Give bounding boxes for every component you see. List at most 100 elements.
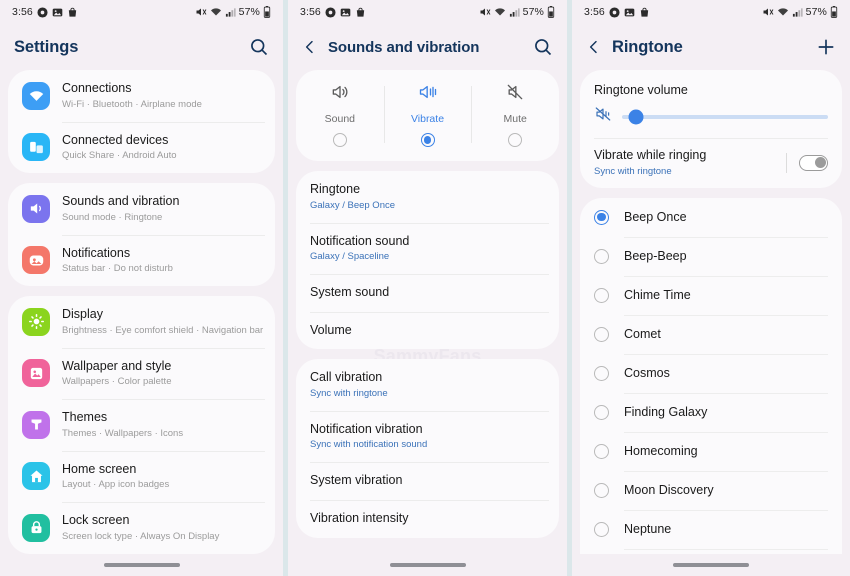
wifi-icon xyxy=(22,81,50,110)
ringtone-screen[interactable]: Ringtone volume Vibrate while ringing Sy… xyxy=(572,70,850,554)
sound-mode-radio[interactable] xyxy=(508,133,523,147)
list-item[interactable]: Neptune xyxy=(580,509,842,549)
wifi-icon xyxy=(210,6,222,18)
sidebar-item-connections[interactable]: Connections Wi-Fi · Bluetooth · Airplane… xyxy=(8,70,275,122)
sidebar-item-connected-devices[interactable]: Connected devices Quick Share · Android … xyxy=(8,121,275,174)
sound-mode-radio[interactable] xyxy=(332,133,347,147)
setting-item-vibration-intensity[interactable]: Vibration intensity xyxy=(296,499,559,538)
ringtone-volume-thumb[interactable] xyxy=(628,109,644,124)
list-item[interactable]: Homecoming xyxy=(580,431,842,471)
status-bar-right: 57% xyxy=(762,6,838,18)
speaker-icon xyxy=(22,194,50,223)
sidebar-item-home-screen[interactable]: Home screen Layout · App icon badges xyxy=(8,450,275,503)
radio-button[interactable] xyxy=(594,443,609,459)
ringtone-volume-slider-row[interactable] xyxy=(580,101,842,138)
list-item[interactable]: Finding Galaxy xyxy=(580,392,842,432)
wifi-icon xyxy=(777,6,789,18)
item-label: Volume xyxy=(310,322,352,337)
volume-up-icon xyxy=(330,82,350,107)
vibrate-icon xyxy=(418,82,438,107)
setting-item-system-vibration[interactable]: System vibration xyxy=(296,462,559,500)
radio-button[interactable] xyxy=(594,482,609,498)
item-label: Display xyxy=(62,307,103,321)
item-label: Call vibration xyxy=(310,370,383,385)
list-item[interactable]: Beep Once xyxy=(580,198,842,237)
list-item[interactable]: Moon Discovery xyxy=(580,470,842,510)
wallpaper-icon xyxy=(22,359,50,388)
chevron-left-icon[interactable] xyxy=(302,39,318,55)
setting-item-notification-sound[interactable]: Notification sound Galaxy / Spaceline xyxy=(296,222,559,275)
gallery-icon xyxy=(52,7,63,18)
item-label: Vibrate while ringing xyxy=(594,148,707,162)
list-item[interactable]: Beep-Beep xyxy=(580,236,842,276)
home-handle[interactable] xyxy=(673,563,749,567)
sidebar-item-wallpaper-and-style[interactable]: Wallpaper and style Wallpapers · Color p… xyxy=(8,347,275,400)
radio-button[interactable] xyxy=(594,287,609,303)
list-item[interactable]: Chime Time xyxy=(580,275,842,315)
item-sublabel: Sound mode · Ringtone xyxy=(62,211,163,223)
item-label: Wallpaper and style xyxy=(62,358,172,373)
mute-icon xyxy=(195,6,207,18)
setting-item-system-sound[interactable]: System sound xyxy=(296,274,559,312)
chevron-left-icon[interactable] xyxy=(586,39,602,55)
item-label: Lock screen xyxy=(62,513,130,527)
search-icon[interactable] xyxy=(533,37,553,57)
setting-item-volume[interactable]: Volume xyxy=(296,311,559,350)
battery-percent: 57% xyxy=(805,6,827,18)
item-label: Vibration intensity xyxy=(310,510,409,525)
home-icon xyxy=(22,462,50,491)
battery-icon xyxy=(547,6,555,18)
item-label: Sounds and vibration xyxy=(62,194,180,208)
status-bar-left: 3:56 xyxy=(584,6,650,18)
ringtone-label: Chime Time xyxy=(624,288,691,302)
setting-item-notification-vibration[interactable]: Notification vibration Sync with notific… xyxy=(296,410,559,463)
sound-mode-radio[interactable] xyxy=(420,133,435,147)
item-sublabel: Wi-Fi · Bluetooth · Airplane mode xyxy=(62,98,202,110)
sidebar-item-themes[interactable]: Themes Themes · Wallpapers · Icons xyxy=(8,399,275,451)
sidebar-item-notifications[interactable]: Notifications Status bar · Do not distur… xyxy=(8,234,275,287)
phone-panel-settings: 3:56 57% Settings Connections Wi-Fi · Bl… xyxy=(0,0,283,576)
sounds-list[interactable]: SF SammyFans Sound Vibrate xyxy=(288,70,567,554)
sidebar-item-sounds-and-vibration[interactable]: Sounds and vibration Sound mode · Ringto… xyxy=(8,183,275,235)
radio-button[interactable] xyxy=(594,248,609,264)
search-icon[interactable] xyxy=(249,37,269,57)
home-handle[interactable] xyxy=(103,563,180,567)
status-time: 3:56 xyxy=(12,6,33,18)
radio-button[interactable] xyxy=(594,404,609,420)
radio-button[interactable] xyxy=(594,521,609,537)
item-sublabel: Galaxy / Beep Once xyxy=(310,199,396,211)
app-bar-sounds: Sounds and vibration xyxy=(288,24,567,70)
sidebar-item-lock-screen[interactable]: Lock screen Screen lock type · Always On… xyxy=(8,502,275,554)
radio-button[interactable] xyxy=(594,326,609,342)
list-item[interactable]: Cosmos xyxy=(580,353,842,393)
status-bar-left: 3:56 xyxy=(300,6,366,18)
screenshot-root: 3:56 57% Settings Connections Wi-Fi · Bl… xyxy=(0,0,850,576)
ringtone-volume-track[interactable] xyxy=(622,109,828,124)
vibrate-while-ringing-row[interactable]: Vibrate while ringing Sync with ringtone xyxy=(580,138,842,188)
sidebar-item-display[interactable]: Display Brightness · Eye comfort shield … xyxy=(8,296,275,348)
phone-panel-sounds: 3:56 57% Sounds and vibration SammyFans … xyxy=(283,0,567,576)
sound-mode-option-mute[interactable]: Mute xyxy=(471,82,559,147)
list-item[interactable]: Comet xyxy=(580,314,842,354)
radio-button[interactable] xyxy=(594,365,609,381)
gesture-nav-bar[interactable] xyxy=(572,554,850,576)
shopping-bag-icon xyxy=(639,7,650,18)
gesture-nav-bar[interactable] xyxy=(0,554,283,576)
vibrate-while-ringing-toggle[interactable] xyxy=(799,154,828,171)
home-handle[interactable] xyxy=(389,563,466,567)
battery-icon xyxy=(830,6,838,18)
item-sublabel: Quick Share · Android Auto xyxy=(62,150,177,162)
item-sublabel: Screen lock type · Always On Display xyxy=(62,530,220,542)
sound-mode-selector[interactable]: Sound Vibrate Mute xyxy=(296,70,559,161)
divider xyxy=(786,152,787,173)
plus-icon[interactable] xyxy=(816,37,836,57)
gesture-nav-bar[interactable] xyxy=(288,554,567,576)
item-label: System sound xyxy=(310,285,390,299)
sound-mode-option-vibrate[interactable]: Vibrate xyxy=(383,82,472,147)
setting-item-call-vibration[interactable]: Call vibration Sync with ringtone xyxy=(296,359,559,411)
sound-mode-option-sound[interactable]: Sound xyxy=(296,82,384,147)
settings-list[interactable]: Connections Wi-Fi · Bluetooth · Airplane… xyxy=(0,70,283,554)
item-sublabel: Sync with ringtone xyxy=(310,387,388,399)
radio-button[interactable] xyxy=(594,209,609,225)
setting-item-ringtone[interactable]: Ringtone Galaxy / Beep Once xyxy=(296,171,559,223)
